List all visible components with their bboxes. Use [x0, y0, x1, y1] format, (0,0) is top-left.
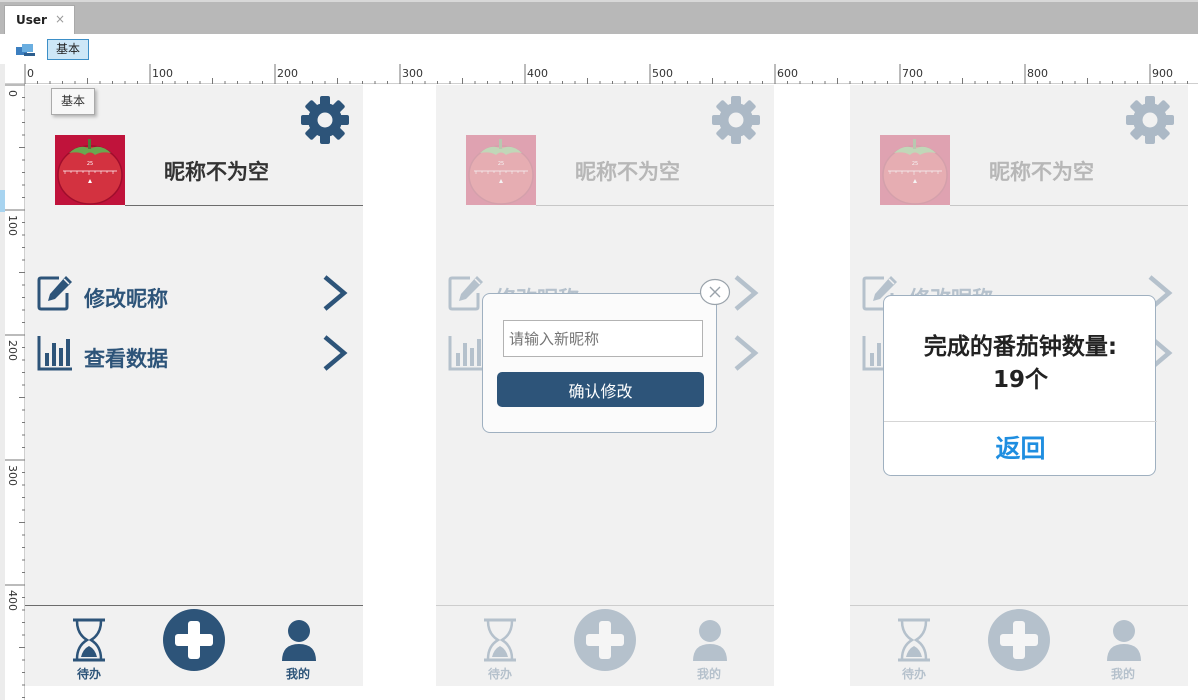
- user-icon: [690, 618, 730, 662]
- tomato-timer-icon[interactable]: [55, 135, 125, 205]
- ruler-h-label: 800: [1027, 67, 1048, 80]
- toolbar: 基本: [0, 34, 1198, 64]
- nav-me-label: 我的: [1111, 667, 1136, 681]
- ruler-h-label: 500: [652, 67, 673, 80]
- new-nickname-input[interactable]: [503, 320, 703, 357]
- back-button[interactable]: 返回: [884, 429, 1157, 465]
- pomodoro-count-label: 完成的番茄钟数量:: [923, 334, 1118, 360]
- hourglass-icon: [894, 618, 934, 662]
- tomato-timer-icon[interactable]: [466, 135, 536, 205]
- bar-chart-icon: [37, 335, 73, 371]
- dialog-divider: [884, 421, 1157, 422]
- adaptive-view-icon[interactable]: [16, 44, 35, 56]
- bar-chart-icon: [448, 335, 484, 371]
- stats-dialog: 完成的番茄钟数量: 19个 返回: [883, 295, 1157, 476]
- hourglass-icon: [480, 618, 520, 662]
- nav-me-label: 我的: [697, 667, 722, 681]
- nav-me-label: 我的: [286, 667, 311, 681]
- rename-dialog: 确认修改: [482, 278, 731, 433]
- nav-me[interactable]: 我的: [1104, 618, 1144, 681]
- menu-item-label: 查看数据: [84, 347, 168, 371]
- ruler-h-label: 900: [1152, 67, 1173, 80]
- horizontal-ruler-ticks: [24, 64, 1188, 84]
- horizontal-ruler: 0 100 200 300 400 500 600 700 800 900: [5, 64, 1198, 84]
- view-tooltip: 基本: [51, 88, 95, 115]
- view-chip-basic[interactable]: 基本: [47, 39, 89, 60]
- edit-icon: [448, 275, 484, 311]
- tab-strip: User ×: [0, 0, 1198, 36]
- ruler-v-label: 100: [6, 215, 19, 236]
- ruler-h-label: 300: [402, 67, 423, 80]
- ruler-h-label: 400: [527, 67, 548, 80]
- tab-user[interactable]: User ×: [4, 5, 75, 36]
- gear-icon[interactable]: [711, 95, 761, 145]
- nav-todo-label: 待办: [77, 667, 102, 681]
- ruler-h-label: 600: [777, 67, 798, 80]
- bottom-nav-divider: [25, 605, 363, 606]
- ruler-h-label: 700: [902, 67, 923, 80]
- nickname-label: 昵称不为空: [989, 160, 1094, 184]
- bottom-nav-divider: [850, 605, 1188, 606]
- close-icon[interactable]: [699, 278, 731, 306]
- profile-screen: 昵称不为空 修改昵称 查看数据 待办 我的: [25, 85, 363, 686]
- ruler-h-label: 200: [277, 67, 298, 80]
- gear-icon[interactable]: [300, 95, 350, 145]
- edit-icon: [37, 275, 73, 311]
- user-icon: [279, 618, 319, 662]
- plus-circle-icon[interactable]: [162, 608, 226, 672]
- ruler-h-label: 0: [27, 67, 34, 80]
- menu-item-edit-nickname[interactable]: 修改昵称: [37, 275, 357, 315]
- chevron-right-icon: [322, 335, 348, 371]
- chevron-right-icon: [733, 335, 759, 371]
- nav-todo[interactable]: 待办: [894, 618, 934, 681]
- menu-item-view-data[interactable]: 查看数据: [37, 335, 357, 375]
- nav-todo[interactable]: 待办: [69, 618, 109, 681]
- ruler-v-label: 300: [6, 465, 19, 486]
- user-icon: [1104, 618, 1144, 662]
- nickname-label: 昵称不为空: [164, 160, 269, 184]
- pomodoro-count-value: 19个: [992, 367, 1048, 393]
- ruler-h-label: 100: [152, 67, 173, 80]
- tab-close-icon[interactable]: ×: [55, 12, 65, 26]
- plus-circle-icon[interactable]: [573, 608, 637, 672]
- nav-todo-label: 待办: [902, 667, 927, 681]
- header-divider: [536, 205, 774, 206]
- nav-me[interactable]: 我的: [279, 618, 319, 681]
- header-divider: [950, 205, 1188, 206]
- nav-todo-label: 待办: [488, 667, 513, 681]
- ruler-v-label: 400: [6, 590, 19, 611]
- ruler-v-label: 0: [6, 90, 19, 97]
- vertical-ruler: 0 100 200 300 400: [5, 84, 25, 700]
- bottom-nav-divider: [436, 605, 774, 606]
- header-divider: [125, 205, 363, 206]
- nav-me[interactable]: 我的: [690, 618, 730, 681]
- hourglass-icon: [69, 618, 109, 662]
- nav-todo[interactable]: 待办: [480, 618, 520, 681]
- menu-item-label: 修改昵称: [84, 287, 168, 311]
- plus-circle-icon[interactable]: [987, 608, 1051, 672]
- nickname-label: 昵称不为空: [575, 160, 680, 184]
- confirm-rename-button[interactable]: 确认修改: [497, 372, 704, 407]
- tomato-timer-icon[interactable]: [880, 135, 950, 205]
- chevron-right-icon: [733, 275, 759, 311]
- tab-label: User: [16, 13, 47, 27]
- chevron-right-icon: [322, 275, 348, 311]
- ruler-v-label: 200: [6, 340, 19, 361]
- pomodoro-count-text: 完成的番茄钟数量: 19个: [884, 331, 1157, 397]
- gear-icon[interactable]: [1125, 95, 1175, 145]
